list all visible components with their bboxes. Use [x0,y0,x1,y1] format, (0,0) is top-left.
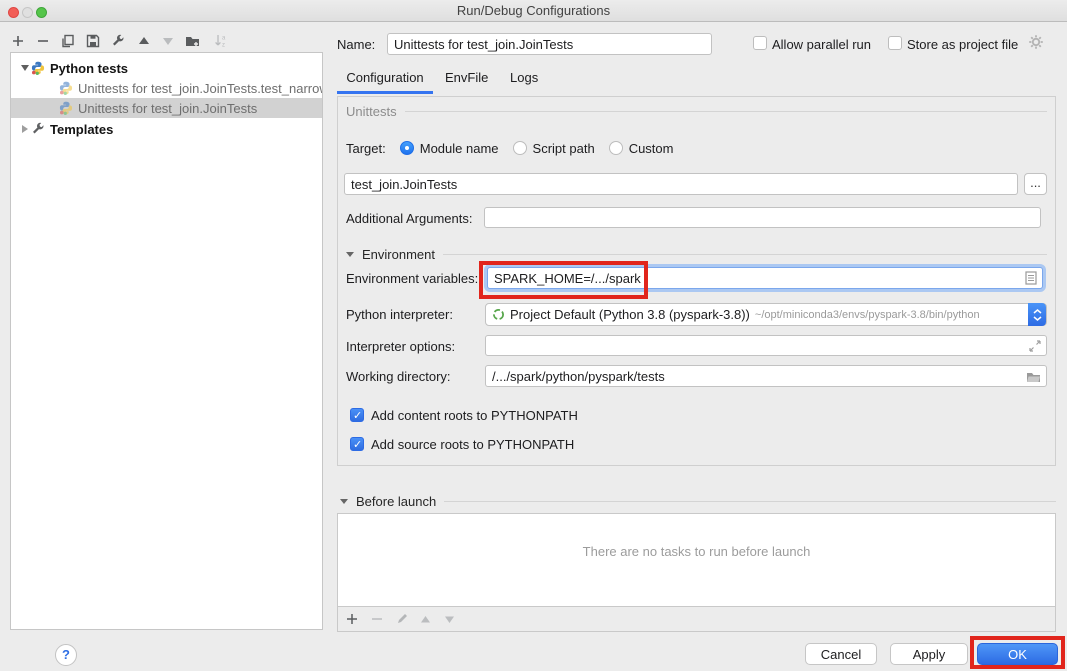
section-title: Environment [362,247,435,262]
configurations-tree: Python tests Unittests for test_join.Joi… [10,52,323,630]
svg-text:z: z [222,43,225,49]
store-as-project-file-checkbox[interactable] [888,36,902,50]
working-directory-value: /.../spark/python/pyspark/tests [492,369,665,384]
remove-icon [369,611,385,627]
target-option-custom[interactable]: Custom [609,141,674,156]
tab-configuration[interactable]: Configuration [337,70,433,85]
unittests-group-header: Unittests [346,104,1047,119]
working-directory-field[interactable]: /.../spark/python/pyspark/tests [485,365,1047,387]
target-option-script-path[interactable]: Script path [513,141,595,156]
add-icon[interactable] [10,33,26,49]
tree-item-label: Unittests for test_join.JoinTests [78,101,257,116]
move-up-icon[interactable] [136,33,152,49]
python-interpreter-label: Python interpreter: [346,307,453,322]
sort-alphabetically-icon: az [213,33,229,49]
radio-script-path[interactable] [513,141,527,155]
environment-variables-field[interactable]: SPARK_HOME=/.../spark [487,267,1043,289]
python-test-icon [59,101,73,115]
edit-icon [394,611,410,627]
environment-section-header[interactable]: Environment [346,247,1047,262]
remove-icon[interactable] [35,33,51,49]
folder-icon[interactable] [1026,371,1041,386]
edit-templates-icon[interactable] [110,33,126,49]
tree-item-templates[interactable]: Templates [11,119,322,139]
radio-label: Module name [420,141,499,156]
name-input[interactable] [387,33,712,55]
configuration-panel: Unittests Target: Module name Script pat… [337,96,1056,466]
tree-item-label: Unittests for test_join.JoinTests.test_n… [78,81,322,96]
copy-icon[interactable] [60,33,76,49]
title-bar: Run/Debug Configurations [0,0,1067,22]
target-row: Target: Module name Script path Custom [346,137,673,159]
tree-item-label: Templates [50,122,113,137]
interpreter-dropdown-stepper[interactable] [1028,303,1046,326]
chevron-collapsed-icon[interactable] [19,125,31,133]
run-debug-configurations-dialog: Run/Debug Configurations az Pyth [0,0,1067,671]
radio-label: Script path [533,141,595,156]
empty-tasks-text: There are no tasks to run before launch [338,544,1055,559]
chevron-expanded-icon[interactable] [19,65,31,71]
module-name-field[interactable]: test_join.JoinTests [344,173,1018,195]
radio-custom[interactable] [609,141,623,155]
move-down-icon [160,33,176,49]
help-button[interactable]: ? [55,644,77,666]
target-option-module-name[interactable]: Module name [400,141,499,156]
python-tests-icon [31,61,45,75]
allow-parallel-run-label: Allow parallel run [772,37,871,52]
before-launch-task-list: There are no tasks to run before launch [337,513,1056,632]
name-label: Name: [337,37,375,52]
section-title: Before launch [356,494,436,509]
section-collapse-icon[interactable] [346,252,354,257]
svg-text:a: a [222,36,226,42]
conda-env-icon [492,308,505,321]
allow-parallel-run-checkbox[interactable] [753,36,767,50]
interpreter-options-label: Interpreter options: [346,339,455,354]
section-collapse-icon[interactable] [340,499,348,504]
templates-wrench-icon [31,122,45,136]
radio-module-name[interactable] [400,141,414,155]
tree-item-unittest-narrow[interactable]: Unittests for test_join.JoinTests.test_n… [11,78,322,98]
expand-field-icon[interactable] [1029,340,1041,355]
add-content-roots-checkbox[interactable] [350,408,364,422]
additional-arguments-label: Additional Arguments: [346,211,472,226]
move-down-icon [441,611,457,627]
tree-item-unittest-jointests-selected[interactable]: Unittests for test_join.JoinTests [11,98,322,118]
working-directory-label: Working directory: [346,369,451,384]
browse-module-button[interactable]: ... [1024,173,1047,195]
python-interpreter-select[interactable]: Project Default (Python 3.8 (pyspark-3.8… [485,303,1047,326]
add-source-roots-checkbox[interactable] [350,437,364,451]
save-icon[interactable] [85,33,101,49]
tab-logs[interactable]: Logs [510,70,538,85]
add-source-roots-label: Add source roots to PYTHONPATH [371,437,574,452]
interpreter-options-field[interactable] [485,335,1047,356]
ok-button[interactable]: OK [977,643,1058,665]
active-tab-underline [337,91,433,94]
browse-variables-icon[interactable] [1025,271,1037,288]
add-content-roots-label: Add content roots to PYTHONPATH [371,408,578,423]
tree-item-label: Python tests [50,61,128,76]
store-as-project-file-label: Store as project file [907,37,1018,52]
tab-envfile[interactable]: EnvFile [445,70,488,85]
move-up-icon [417,611,433,627]
python-interpreter-value: Project Default (Python 3.8 (pyspark-3.8… [510,307,750,322]
environment-variables-label: Environment variables: [346,271,478,286]
environment-variables-value: SPARK_HOME=/.../spark [494,271,641,286]
group-title: Unittests [346,104,397,119]
add-icon[interactable] [344,611,360,627]
python-interpreter-path: ~/opt/miniconda3/envs/pyspark-3.8/bin/py… [755,309,980,321]
new-folder-icon[interactable] [185,33,201,49]
radio-label: Custom [629,141,674,156]
gear-icon[interactable] [1028,34,1044,53]
before-launch-section-header[interactable]: Before launch [340,494,1056,509]
additional-arguments-input[interactable] [484,207,1041,228]
target-label: Target: [346,141,386,156]
apply-button[interactable]: Apply [890,643,968,665]
before-launch-toolbar [338,606,1055,631]
tree-item-python-tests[interactable]: Python tests [11,58,322,78]
module-name-value: test_join.JoinTests [351,177,457,192]
python-test-icon [59,81,73,95]
cancel-button[interactable]: Cancel [805,643,877,665]
window-title: Run/Debug Configurations [0,3,1067,18]
